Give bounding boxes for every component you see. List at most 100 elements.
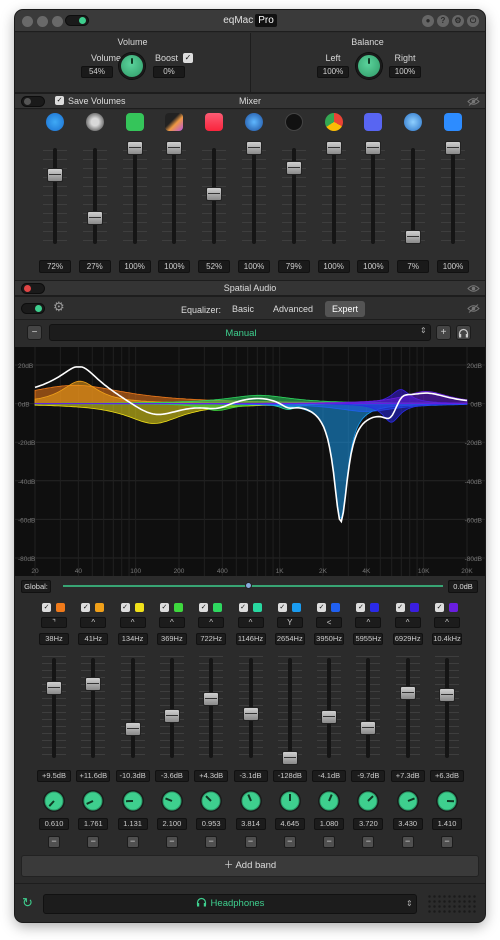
band-color-swatch[interactable] bbox=[213, 603, 223, 612]
show-spatial-audio-icon[interactable] bbox=[467, 284, 481, 293]
band-q[interactable]: 1.761 bbox=[78, 818, 109, 830]
band-gain-slider-thumb[interactable] bbox=[321, 709, 338, 724]
tab-basic[interactable]: Basic bbox=[226, 301, 260, 317]
remove-band-button[interactable]: − bbox=[205, 836, 218, 848]
band-frequency[interactable]: 1146Hz bbox=[235, 633, 266, 645]
band-enable-checkbox[interactable]: ✓ bbox=[199, 603, 209, 612]
band-color-swatch[interactable] bbox=[134, 603, 144, 612]
band-gain-slider-thumb[interactable] bbox=[360, 721, 377, 736]
band-q-knob[interactable] bbox=[435, 789, 459, 813]
band-frequency[interactable]: 6929Hz bbox=[392, 633, 423, 645]
volume-slider-thumb[interactable] bbox=[405, 230, 422, 245]
band-gain-slider-track[interactable] bbox=[405, 658, 410, 758]
band-frequency[interactable]: 41Hz bbox=[78, 633, 109, 645]
hide-equalizer-icon[interactable] bbox=[467, 304, 481, 313]
remove-band-button[interactable]: − bbox=[401, 836, 414, 848]
band-color-swatch[interactable] bbox=[291, 603, 301, 612]
tab-advanced[interactable]: Advanced bbox=[267, 301, 319, 317]
volume-slider-track[interactable] bbox=[53, 148, 57, 244]
band-gain-slider-thumb[interactable] bbox=[281, 751, 298, 765]
remove-band-button[interactable]: − bbox=[48, 836, 60, 848]
remove-band-button[interactable]: − bbox=[362, 836, 375, 848]
band-filter-type-icon[interactable]: ^ bbox=[434, 617, 460, 628]
band-filter-type-icon[interactable]: ⌝ bbox=[41, 617, 67, 628]
global-gain-thumb[interactable] bbox=[245, 582, 252, 589]
band-gain[interactable]: -128dB bbox=[272, 770, 307, 782]
band-q[interactable]: 1.080 bbox=[314, 818, 345, 830]
band-color-swatch[interactable] bbox=[95, 603, 105, 612]
band-filter-type-icon[interactable]: ^ bbox=[237, 617, 264, 628]
tab-expert[interactable]: Expert bbox=[325, 301, 365, 317]
band-enable-checkbox[interactable]: ✓ bbox=[356, 603, 366, 612]
band-q[interactable]: 3.720 bbox=[353, 818, 384, 830]
band-frequency[interactable]: 5955Hz bbox=[353, 633, 384, 645]
volume-slider-thumb[interactable] bbox=[86, 211, 103, 226]
band-gain-slider-thumb[interactable] bbox=[399, 685, 416, 700]
band-filter-type-icon[interactable]: ^ bbox=[394, 617, 421, 628]
band-enable-checkbox[interactable]: ✓ bbox=[317, 603, 327, 612]
remove-band-button[interactable]: − bbox=[323, 836, 336, 848]
band-q[interactable]: 1.410 bbox=[432, 818, 462, 830]
volume-slider-thumb[interactable] bbox=[325, 141, 342, 155]
hide-mixer-icon[interactable] bbox=[467, 97, 481, 106]
equalizer-toggle[interactable] bbox=[21, 303, 45, 314]
account-icon[interactable]: ● bbox=[422, 15, 434, 27]
band-gain-slider-thumb[interactable] bbox=[124, 722, 141, 737]
band-q[interactable]: 4.645 bbox=[274, 818, 305, 830]
band-gain-slider-track[interactable] bbox=[327, 658, 332, 758]
remove-band-button[interactable]: − bbox=[441, 836, 453, 848]
band-frequency[interactable]: 134Hz bbox=[117, 633, 148, 645]
band-gain[interactable]: +6.3dB bbox=[430, 770, 464, 782]
volume-slider-thumb[interactable] bbox=[246, 141, 262, 155]
volume-slider-track[interactable] bbox=[172, 148, 177, 244]
band-gain-slider-thumb[interactable] bbox=[85, 676, 102, 691]
band-gain[interactable]: +4.3dB bbox=[194, 770, 229, 782]
band-filter-type-icon[interactable]: ^ bbox=[158, 617, 185, 628]
volume-slider-track[interactable] bbox=[371, 148, 376, 244]
volume-slider-track[interactable] bbox=[331, 148, 336, 244]
remove-preset-button[interactable]: − bbox=[27, 325, 42, 340]
band-q-knob[interactable] bbox=[356, 789, 380, 813]
band-gain-slider-track[interactable] bbox=[52, 658, 56, 758]
help-icon[interactable]: ? bbox=[437, 15, 449, 27]
balance-knob[interactable] bbox=[356, 53, 382, 79]
remove-band-button[interactable]: − bbox=[244, 836, 257, 848]
band-gain[interactable]: +7.3dB bbox=[390, 770, 425, 782]
band-q[interactable]: 0.610 bbox=[39, 818, 69, 830]
volume-slider-track[interactable] bbox=[252, 148, 256, 244]
band-gain-slider-track[interactable] bbox=[287, 658, 292, 758]
band-gain[interactable]: +11.6dB bbox=[76, 770, 111, 782]
headphone-preset-button[interactable] bbox=[456, 325, 471, 340]
band-filter-type-icon[interactable]: ^ bbox=[355, 617, 382, 628]
equalizer-settings-gear-icon[interactable]: ⚙ bbox=[53, 300, 67, 314]
band-frequency[interactable]: 2654Hz bbox=[274, 633, 305, 645]
resize-grip[interactable] bbox=[427, 894, 477, 914]
band-q-knob[interactable] bbox=[317, 789, 341, 813]
band-frequency[interactable]: 10.4kHz bbox=[432, 633, 462, 645]
preset-dropdown[interactable]: Manual ⇕ bbox=[49, 324, 431, 341]
remove-band-button[interactable]: − bbox=[165, 836, 178, 848]
remove-band-button[interactable]: − bbox=[126, 836, 139, 848]
band-color-swatch[interactable] bbox=[409, 603, 419, 612]
volume-slider-thumb[interactable] bbox=[206, 187, 223, 202]
volume-slider-thumb[interactable] bbox=[126, 141, 143, 155]
refresh-icon[interactable]: ↻ bbox=[22, 896, 36, 910]
band-filter-type-icon[interactable]: ^ bbox=[198, 617, 225, 628]
band-gain-slider-thumb[interactable] bbox=[163, 708, 180, 723]
band-enable-checkbox[interactable]: ✓ bbox=[120, 603, 130, 612]
band-frequency[interactable]: 722Hz bbox=[196, 633, 227, 645]
band-gain-slider-thumb[interactable] bbox=[46, 681, 62, 696]
volume-slider-track[interactable] bbox=[451, 148, 455, 244]
add-preset-button[interactable]: + bbox=[436, 325, 451, 340]
settings-icon[interactable]: ⚙ bbox=[452, 15, 464, 27]
band-enable-checkbox[interactable]: ✓ bbox=[81, 603, 91, 612]
power-icon[interactable]: ⏻ bbox=[467, 15, 479, 27]
band-color-swatch[interactable] bbox=[252, 603, 262, 612]
volume-slider-thumb[interactable] bbox=[166, 141, 183, 155]
band-q[interactable]: 3.430 bbox=[392, 818, 423, 830]
band-color-swatch[interactable] bbox=[173, 603, 183, 612]
band-gain-slider-thumb[interactable] bbox=[203, 692, 220, 707]
volume-slider-thumb[interactable] bbox=[47, 167, 63, 182]
output-device-dropdown[interactable]: Headphones ⇕ bbox=[43, 894, 417, 914]
volume-slider-track[interactable] bbox=[132, 148, 137, 244]
